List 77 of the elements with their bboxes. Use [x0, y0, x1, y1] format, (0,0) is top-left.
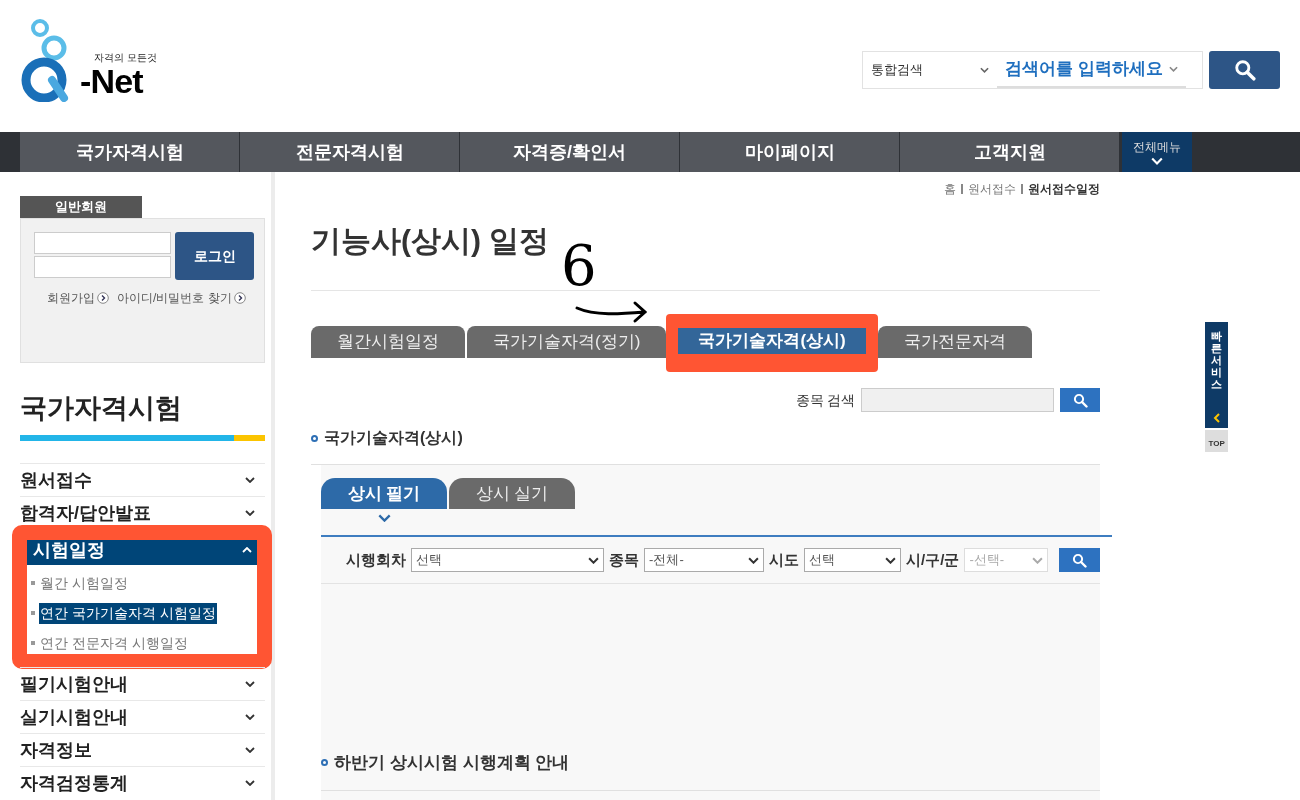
active-indicator-icon	[377, 514, 391, 522]
nav-menu-item[interactable]: 자격증/확인서	[460, 132, 680, 172]
account-link[interactable]: 아이디/비밀번호 찾기	[117, 289, 246, 307]
sidebar-menu-item[interactable]: 실기시험안내	[20, 700, 265, 733]
select-field[interactable]: 선택	[804, 548, 902, 572]
chevron-down-icon	[245, 477, 255, 483]
bullet-icon	[31, 611, 35, 615]
sidebar-submenu-item[interactable]: 월간 시험일정	[39, 572, 129, 594]
chevron-down-icon	[1032, 556, 1044, 564]
sidebar-submenu-item[interactable]: 연간 전문자격 시행일정	[39, 632, 189, 654]
nav-menu-item[interactable]: 국가자격시험	[20, 132, 240, 172]
item-search-field[interactable]	[861, 388, 1055, 412]
id-field[interactable]	[34, 232, 171, 254]
filter-label: 시/구/군	[906, 549, 960, 570]
arrow-circle-icon	[233, 292, 246, 304]
section-title: 국가기술자격(상시)	[324, 428, 463, 448]
subtab[interactable]: 상시 실기	[449, 478, 576, 509]
search-field[interactable]: 검색어를 입력하세요	[997, 52, 1186, 88]
item-search-label: 종목 검색	[795, 390, 856, 410]
chevron-down-icon	[588, 556, 600, 564]
tab[interactable]: 국가전문자격	[877, 326, 1032, 358]
nav-menu-item[interactable]: 고객지원	[900, 132, 1120, 172]
member-tab[interactable]: 일반회원	[20, 196, 142, 218]
account-link[interactable]: 회원가입	[47, 289, 109, 307]
annotation-number: 6	[561, 236, 597, 296]
chevron-down-icon	[245, 714, 255, 720]
filter-label: 시도	[769, 549, 800, 570]
sidebar-title: 국가자격시험	[20, 392, 183, 425]
filter-label: 종목	[609, 549, 640, 570]
sidebar-menu-item[interactable]: 합격자/답안발표	[20, 496, 265, 529]
chevron-down-icon	[245, 780, 255, 786]
chevron-down-icon	[245, 747, 255, 753]
chevron-down-icon	[748, 556, 760, 564]
bullet-icon	[31, 641, 35, 645]
sidebar-menu-item[interactable]: 원서접수	[20, 463, 265, 496]
bullet-icon	[31, 581, 35, 585]
tab[interactable]: 월간시험일정	[311, 326, 466, 358]
chevron-down-icon	[980, 67, 989, 73]
section-title: 하반기 상시시험 시행계획 안내	[334, 752, 570, 774]
page-title: 기능사(상시) 일정	[311, 223, 551, 259]
breadcrumb-link[interactable]: 홈	[944, 181, 957, 197]
select-field[interactable]: 선택	[411, 548, 605, 572]
chevron-down-icon	[245, 681, 255, 687]
search-scope-select[interactable]: 통합검색	[863, 60, 997, 80]
chevron-left-icon[interactable]	[1213, 412, 1221, 423]
chevron-down-icon	[1151, 156, 1163, 165]
logo-text: -Net	[80, 64, 144, 98]
nav-menu-item[interactable]: 마이페이지	[680, 132, 900, 172]
login-button[interactable]: 로그인	[175, 232, 254, 280]
select-field[interactable]: -전체-	[644, 548, 765, 572]
search-icon	[1072, 552, 1088, 568]
search-button[interactable]	[1209, 51, 1280, 89]
tab[interactable]: 국가기술자격(상시)	[678, 328, 866, 354]
search-icon	[1233, 59, 1256, 81]
sidebar-submenu-item[interactable]: 연간 국가기술자격 시험일정	[39, 602, 217, 624]
item-search-button[interactable]	[1060, 388, 1101, 412]
tab[interactable]: 국가기술자격(정기)	[467, 326, 667, 358]
arrow-circle-icon	[97, 292, 109, 304]
password-field[interactable]	[34, 256, 171, 278]
breadcrumb-link[interactable]: 원서접수	[968, 181, 1017, 197]
sidebar-menu-item[interactable]: 자격검정통계	[20, 766, 265, 799]
top-button[interactable]: TOP	[1205, 430, 1228, 452]
all-menu-button[interactable]: 전체메뉴	[1122, 132, 1192, 172]
chevron-down-icon	[1168, 66, 1178, 72]
search-icon	[1072, 392, 1088, 408]
logo-tagline: 자격의 모든것	[94, 52, 157, 64]
filter-search-button[interactable]	[1059, 548, 1101, 572]
nav-menu-item[interactable]: 전문자격시험	[240, 132, 460, 172]
chevron-down-icon	[885, 556, 897, 564]
chevron-up-icon	[242, 547, 252, 553]
breadcrumb-link[interactable]: 원서접수일정	[1028, 181, 1101, 197]
chevron-down-icon	[245, 510, 255, 516]
filter-label: 시행회차	[346, 549, 407, 570]
sidebar-menu-item[interactable]: 자격정보	[20, 733, 265, 766]
quick-service-bar[interactable]: 빠른서비스	[1205, 322, 1228, 407]
sidebar-menu-item[interactable]: 필기시험안내	[20, 667, 265, 700]
subtab[interactable]: 상시 필기	[321, 478, 448, 509]
